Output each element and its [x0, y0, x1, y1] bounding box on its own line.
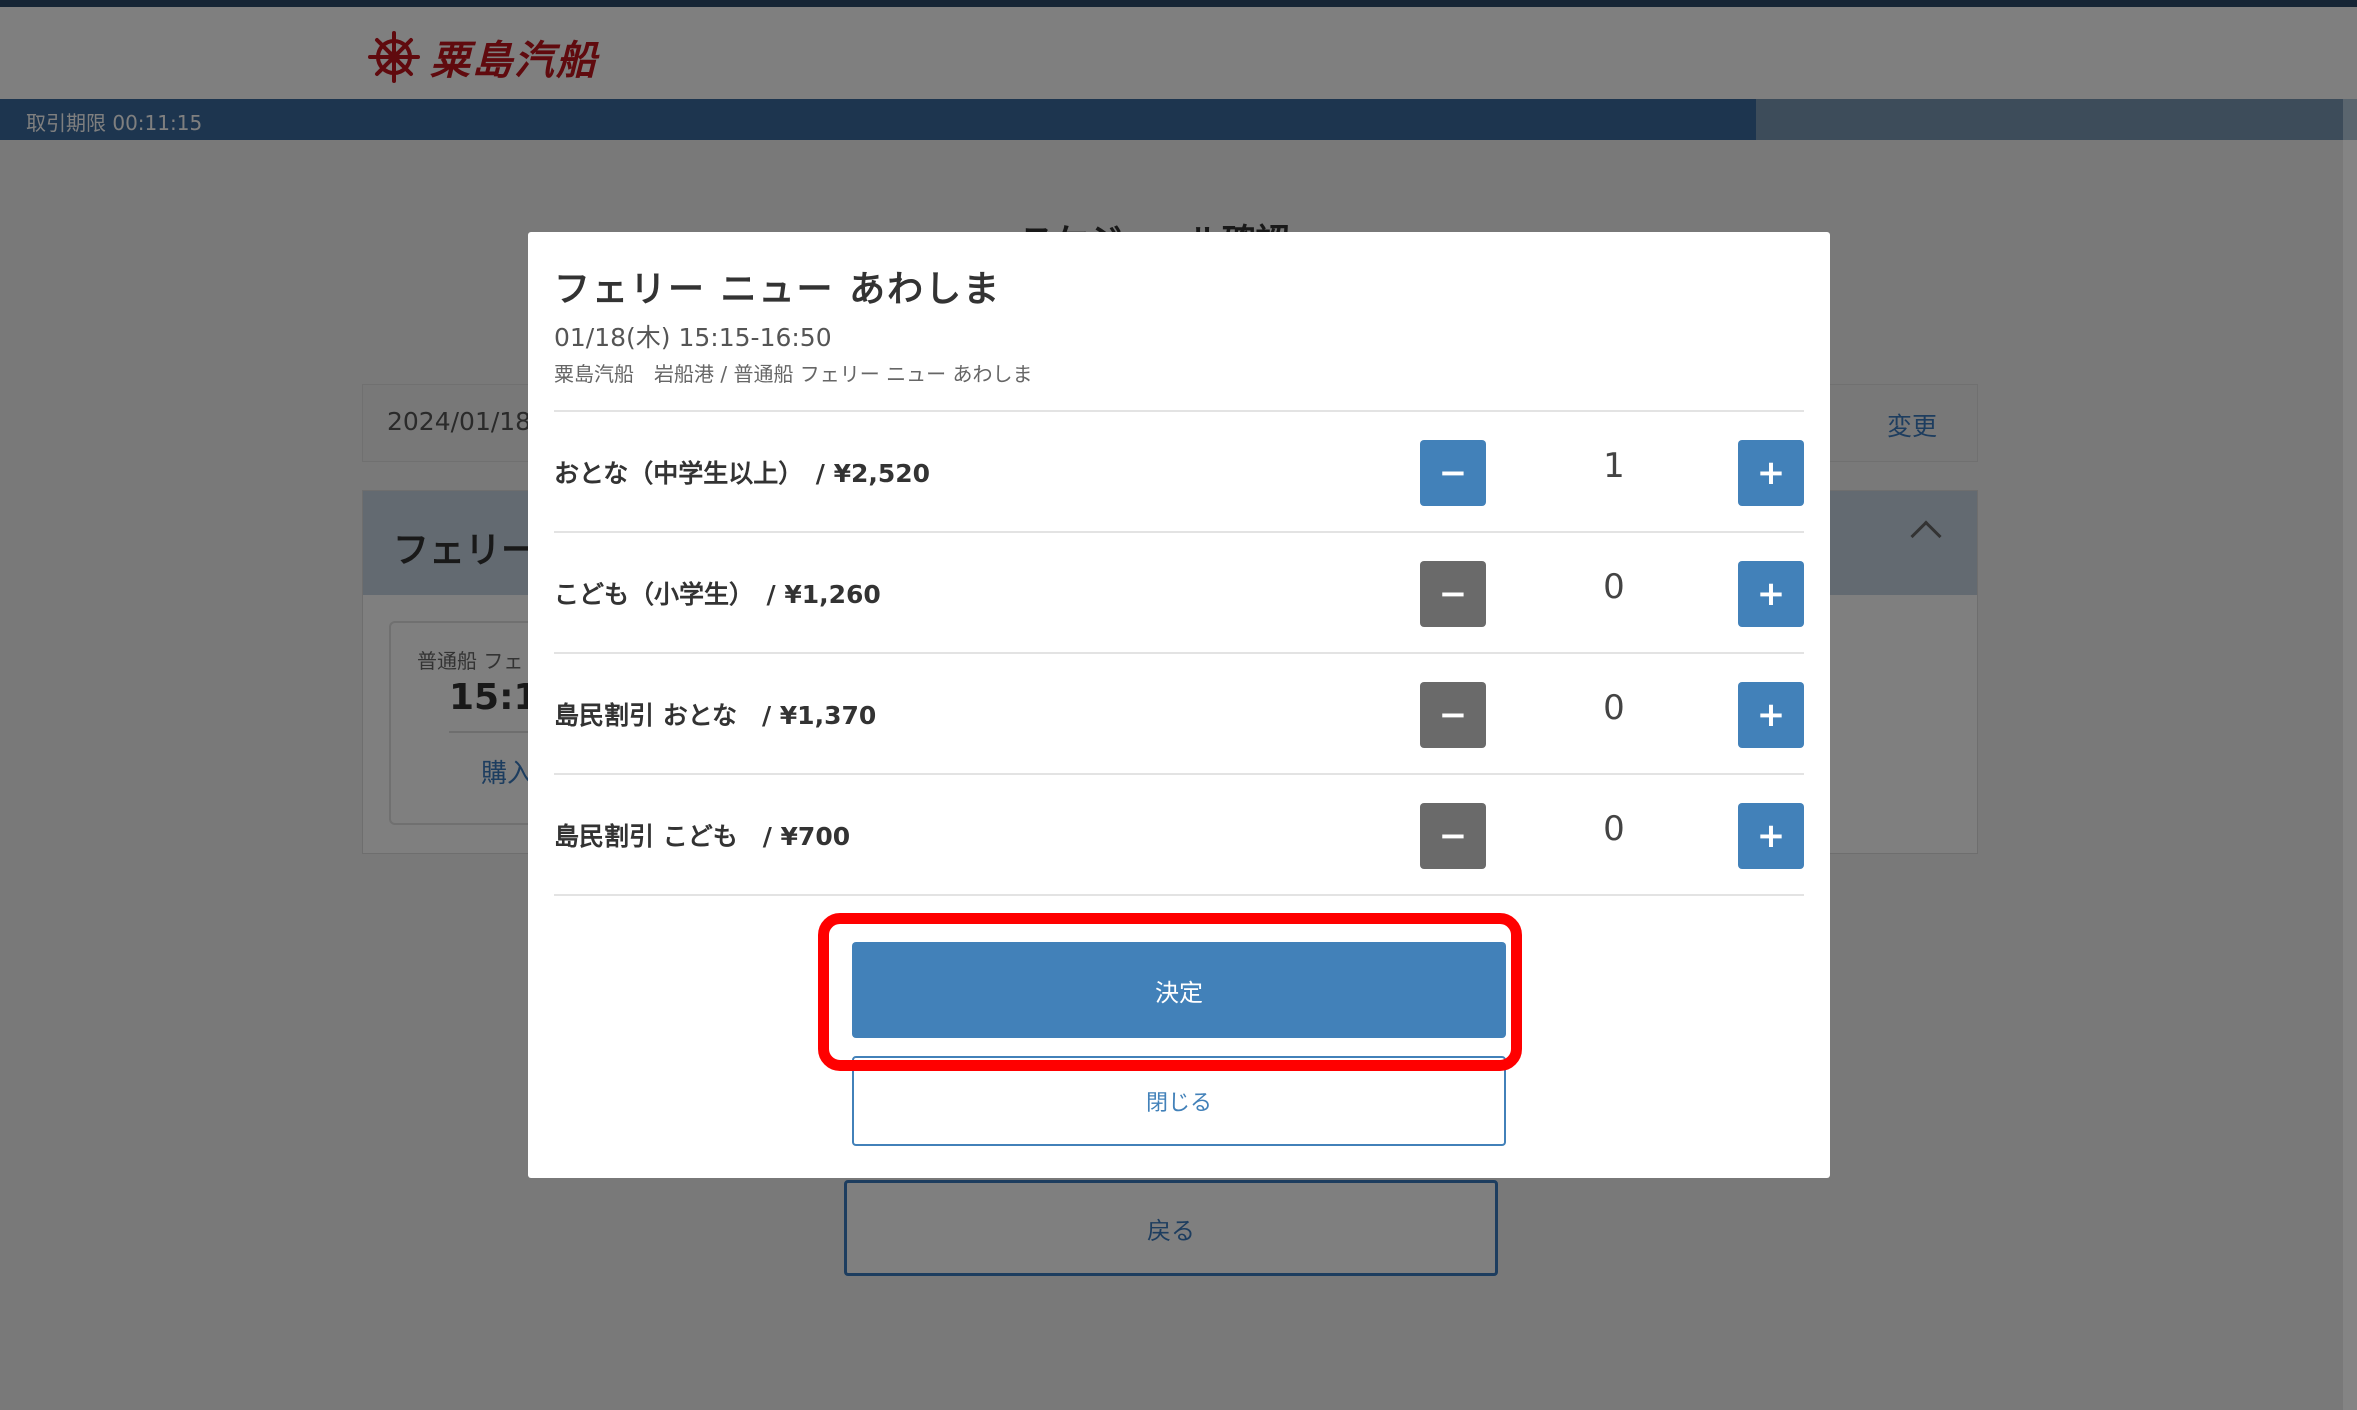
fare-label: おとな（中学生以上） / ¥2,520 [554, 459, 931, 488]
decrement-button[interactable]: − [1420, 561, 1486, 627]
minus-icon: − [1438, 453, 1468, 493]
plus-icon: + [1756, 816, 1786, 856]
fare-row-islander-child: 島民割引 こども / ¥700 − 0 + [554, 773, 1804, 894]
minus-icon: − [1438, 574, 1468, 614]
modal-date-time: 01/18(木) 15:15-16:50 [554, 323, 832, 352]
quantity-value: 0 [1603, 809, 1625, 849]
ticket-count-modal: フェリー ニュー あわしま 01/18(木) 15:15-16:50 粟島汽船 … [528, 232, 1830, 1178]
fare-label: 島民割引 こども / ¥700 [554, 822, 851, 851]
fare-row-adult: おとな（中学生以上） / ¥2,520 − 1 + [554, 410, 1804, 531]
fare-label: こども（小学生） / ¥1,260 [554, 580, 881, 609]
minus-icon: − [1438, 816, 1468, 856]
increment-button[interactable]: + [1738, 440, 1804, 506]
modal-title: フェリー ニュー あわしま [554, 269, 1002, 310]
quantity-value: 0 [1603, 567, 1625, 607]
fare-row-child: こども（小学生） / ¥1,260 − 0 + [554, 531, 1804, 652]
fare-label: 島民割引 おとな / ¥1,370 [554, 701, 877, 730]
plus-icon: + [1756, 574, 1786, 614]
increment-button[interactable]: + [1738, 561, 1804, 627]
plus-icon: + [1756, 695, 1786, 735]
modal-route: 粟島汽船 岩船港 / 普通船 フェリー ニュー あわしま [554, 362, 1033, 386]
increment-button[interactable]: + [1738, 803, 1804, 869]
decrement-button[interactable]: − [1420, 440, 1486, 506]
quantity-value: 0 [1603, 688, 1625, 728]
scrollbar-track[interactable] [2343, 99, 2357, 1410]
confirm-button[interactable]: 決定 [852, 942, 1506, 1038]
increment-button[interactable]: + [1738, 682, 1804, 748]
plus-icon: + [1756, 453, 1786, 493]
divider [554, 894, 1804, 896]
close-button[interactable]: 閉じる [852, 1056, 1506, 1146]
decrement-button[interactable]: − [1420, 803, 1486, 869]
quantity-value: 1 [1603, 446, 1625, 486]
minus-icon: − [1438, 695, 1468, 735]
fare-row-islander-adult: 島民割引 おとな / ¥1,370 − 0 + [554, 652, 1804, 773]
decrement-button[interactable]: − [1420, 682, 1486, 748]
